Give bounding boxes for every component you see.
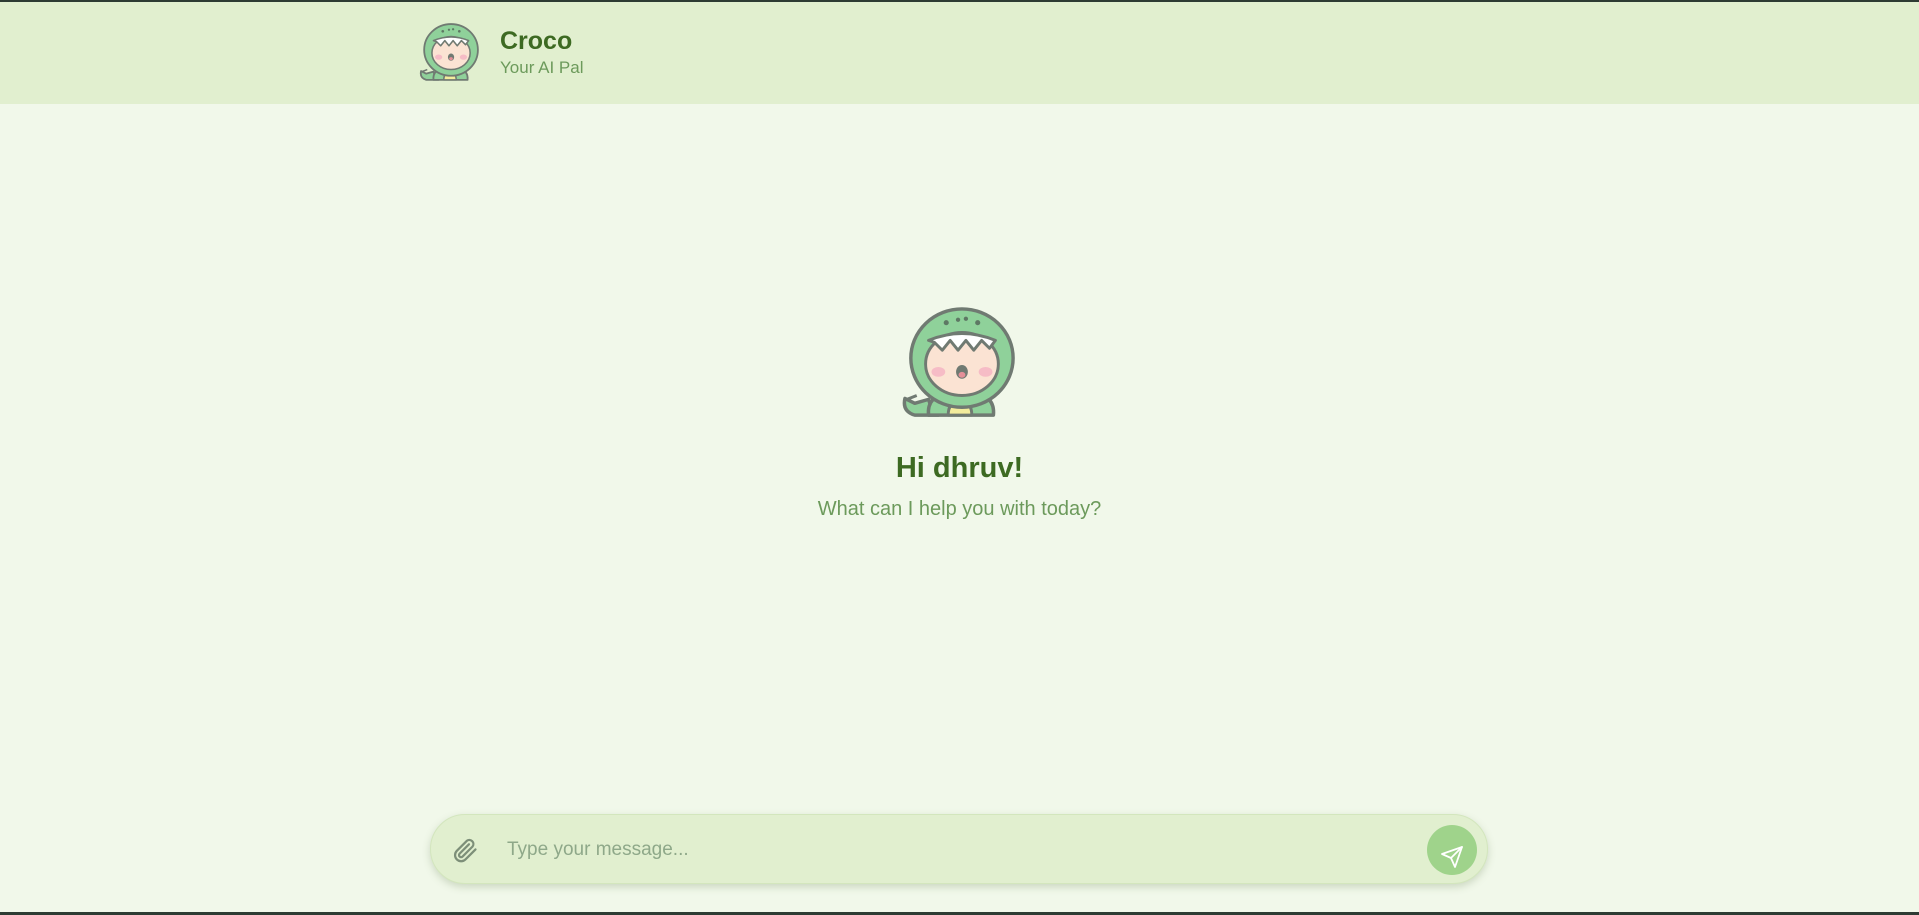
send-icon [1441,845,1463,868]
paperclip-icon [454,838,477,863]
send-button[interactable] [1427,825,1477,875]
app-title: Croco [500,27,573,55]
message-composer [430,814,1488,884]
app-subtitle: Your AI Pal [500,58,584,77]
attach-button[interactable] [451,836,479,864]
welcome-panel: Hi dhruv! What can I help you with today… [0,302,1919,522]
header-text: Croco Your AI Pal [500,26,584,79]
croco-mascot-icon [419,23,479,81]
croco-mascot-icon [902,307,1015,417]
welcome-prompt: What can I help you with today? [817,498,1102,520]
greeting-heading: Hi dhruv! [895,452,1024,484]
app-header: Croco Your AI Pal [0,2,1919,104]
message-input[interactable] [505,829,1389,871]
